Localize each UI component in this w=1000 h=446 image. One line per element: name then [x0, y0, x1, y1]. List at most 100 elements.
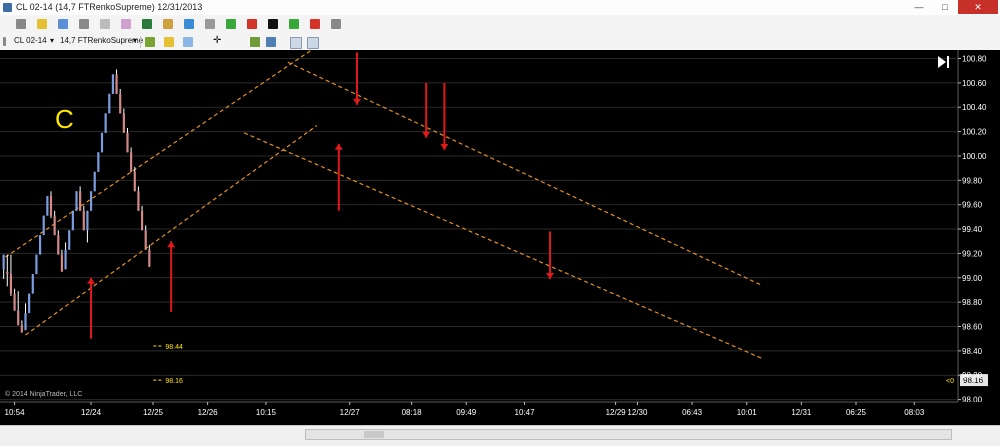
y-tick-label: 98.20 [962, 371, 983, 380]
up-bar [111, 74, 115, 94]
instrument-selector[interactable]: CL 02-14 [14, 36, 47, 45]
pencil-icon[interactable] [164, 37, 174, 47]
up-bar [93, 171, 96, 192]
up-bar [68, 230, 71, 250]
down-bar [144, 230, 147, 250]
x-tick-label: 10:15 [256, 408, 277, 417]
x-tick-label: 12/24 [81, 408, 102, 417]
down-bar [49, 196, 53, 216]
down-bar [6, 271, 9, 275]
color-square-icon[interactable] [100, 19, 110, 29]
scrollbar-thumb[interactable] [364, 431, 384, 438]
green-up-arrow-icon[interactable] [226, 19, 236, 29]
down-bar [60, 254, 64, 272]
down-bar [17, 310, 20, 326]
crosshair-icon[interactable]: ✛ [213, 35, 221, 46]
up-bar [104, 113, 107, 133]
down-bar [115, 74, 118, 94]
horizontal-scrollbar[interactable] [305, 429, 952, 440]
x-tick-label: 12/27 [340, 408, 361, 417]
y-tick-label: 99.80 [962, 176, 983, 185]
x-tick-label: 10:01 [737, 408, 758, 417]
window-icon[interactable] [290, 37, 302, 49]
up-bar [64, 249, 67, 270]
y-tick-label: 100.40 [962, 103, 987, 112]
up-bar [86, 210, 89, 231]
down-bar [137, 191, 140, 211]
up-bar [24, 313, 27, 331]
down-bar [133, 171, 136, 192]
y-tick-label: 99.00 [962, 274, 983, 283]
icon-toolbar [0, 15, 1000, 34]
layout-icon[interactable] [16, 19, 26, 29]
color-square-icon[interactable] [163, 19, 173, 29]
color-square-icon[interactable] [205, 19, 215, 29]
color-square-icon[interactable] [58, 19, 68, 29]
properties-icon[interactable] [250, 37, 260, 47]
color-square-icon[interactable] [142, 19, 152, 29]
down-bar [53, 215, 56, 236]
instrument-dropdown-icon[interactable]: ▾ [50, 36, 54, 45]
color-square-icon[interactable] [79, 19, 89, 29]
price-level-label: 98.16 [165, 378, 183, 385]
x-tick-label: 12/25 [143, 408, 164, 417]
y-tick-label: 98.80 [962, 298, 983, 307]
color-square-icon[interactable] [184, 19, 194, 29]
gray-square-icon[interactable] [331, 19, 341, 29]
y-tick-label: 100.20 [962, 128, 987, 137]
y-tick-label: 99.60 [962, 201, 983, 210]
down-bar [79, 191, 82, 211]
minimize-button[interactable]: — [906, 0, 932, 14]
layout-icon[interactable] [3, 37, 6, 46]
close-button[interactable]: ✕ [958, 0, 998, 14]
bar-type-dropdown-icon[interactable]: ▾ [133, 36, 137, 45]
down-bar [9, 274, 13, 294]
up-bar [71, 210, 74, 231]
y-tick-label: 100.60 [962, 79, 987, 88]
down-bar [20, 325, 23, 333]
x-tick-label: 08:03 [904, 408, 925, 417]
app-icon [3, 3, 12, 12]
bar-style-icon[interactable] [145, 37, 155, 47]
window-title: CL 02-14 (14,7 FTRenkoSupreme) 12/31/201… [16, 2, 203, 12]
x-axis-labels: 10:54 12/24 12/25 12/26 10:15 12/27 08:18 09:49… [0, 401, 1000, 425]
pencil-color-icon[interactable] [183, 37, 193, 47]
down-bar [13, 293, 16, 311]
price-marker: <0 [946, 378, 954, 385]
green-up-arrow-icon[interactable] [289, 19, 299, 29]
x-tick-label: 06:25 [846, 408, 867, 417]
y-tick-label: 98.60 [962, 322, 983, 331]
window-controls: — □ ✕ [906, 0, 998, 14]
yellow-square-icon[interactable] [37, 19, 47, 29]
up-bar [75, 191, 78, 211]
toolbar-separator [140, 36, 141, 48]
x-tick-label: 12/26 [198, 408, 219, 417]
template-icon[interactable] [266, 37, 276, 47]
up-bar [89, 191, 93, 211]
up-bar [97, 152, 100, 172]
bar-type-selector[interactable]: 14,7 FTRenkoSupreme [60, 36, 143, 45]
chart-toolbar: CL 02-14 ▾ 14,7 FTRenkoSupreme ▾ ✛ [0, 33, 1000, 51]
x-tick-label: 12/30 [627, 408, 648, 417]
plot-background [0, 50, 958, 425]
maximize-button[interactable]: □ [932, 0, 958, 14]
up-bar [42, 215, 45, 236]
down-bar [119, 93, 122, 114]
chart-panel[interactable]: 98.44 98.16 <0 98.16 98.00 98.20 98.40 98.60 98… [0, 43, 1000, 445]
y-tick-label: 99.20 [962, 249, 983, 258]
y-tick-label: 100.80 [962, 55, 987, 64]
black-circle-icon[interactable] [268, 19, 278, 29]
down-bar [130, 152, 133, 172]
red-down-arrow-icon[interactable] [310, 19, 320, 29]
up-bar [46, 196, 49, 216]
up-bar [38, 235, 42, 255]
x-tick-label: 10:47 [515, 408, 536, 417]
y-tick-label: 99.40 [962, 225, 983, 234]
x-tick-label: 09:49 [456, 408, 477, 417]
down-bar [122, 113, 125, 133]
data-box-icon[interactable] [307, 37, 319, 49]
red-down-arrow-icon[interactable] [247, 19, 257, 29]
color-square-icon[interactable] [121, 19, 131, 29]
renko-chart[interactable]: 98.4498.16 <0 98.16 98.0098.2098.4098.6098… [0, 43, 1000, 425]
x-tick-label: 12/31 [791, 408, 812, 417]
